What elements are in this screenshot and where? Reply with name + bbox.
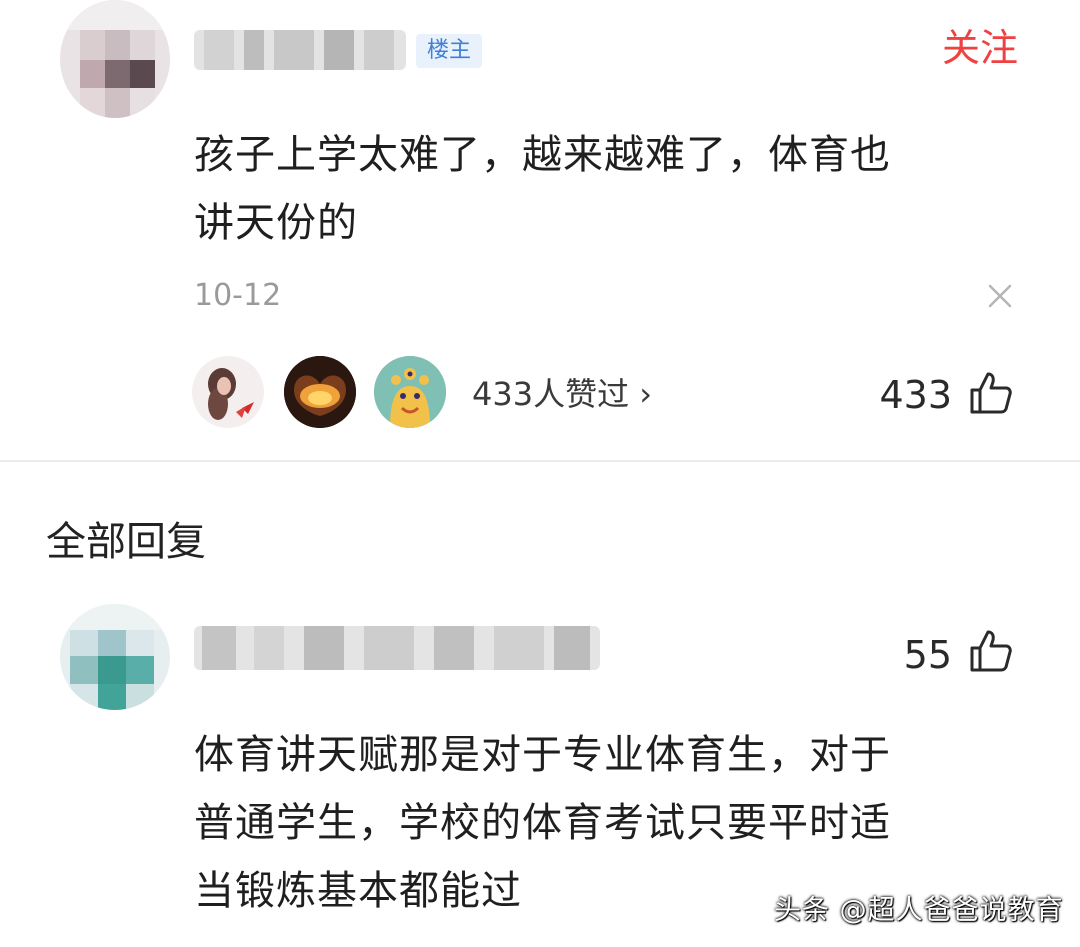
op-badge: 楼主 bbox=[416, 34, 482, 68]
op-comment-date: 10-12 bbox=[194, 278, 282, 313]
reply-username[interactable] bbox=[194, 626, 600, 670]
op-comment-line-2: 讲天份的 bbox=[194, 200, 358, 246]
thumbs-up-icon[interactable] bbox=[968, 628, 1014, 674]
op-comment-line-1: 孩子上学太难了，越来越难了，体育也 bbox=[194, 132, 891, 178]
all-replies-heading: 全部回复 bbox=[46, 519, 206, 565]
reply-like-count: 55 bbox=[903, 633, 952, 677]
reply-line-2: 普通学生，学校的体育考试只要平时适 bbox=[194, 800, 891, 846]
close-icon[interactable] bbox=[982, 278, 1018, 314]
thumbs-up-icon[interactable] bbox=[968, 370, 1014, 416]
reply-line-1: 体育讲天赋那是对于专业体育生，对于 bbox=[194, 732, 891, 778]
liker-avatar-1[interactable] bbox=[192, 356, 264, 428]
follow-button[interactable]: 关注 bbox=[930, 22, 1030, 74]
liker-avatar-2[interactable] bbox=[284, 356, 356, 428]
watermark: 头条 @超人爸爸说教育 bbox=[774, 895, 1064, 926]
op-username[interactable] bbox=[194, 30, 406, 70]
likes-summary-link[interactable]: 433人赞过 › bbox=[472, 372, 652, 416]
liker-avatar-3[interactable] bbox=[374, 356, 446, 428]
section-divider bbox=[0, 460, 1080, 462]
reply-avatar[interactable] bbox=[60, 604, 170, 710]
op-like-count: 433 bbox=[879, 373, 952, 417]
op-avatar[interactable] bbox=[60, 0, 170, 118]
